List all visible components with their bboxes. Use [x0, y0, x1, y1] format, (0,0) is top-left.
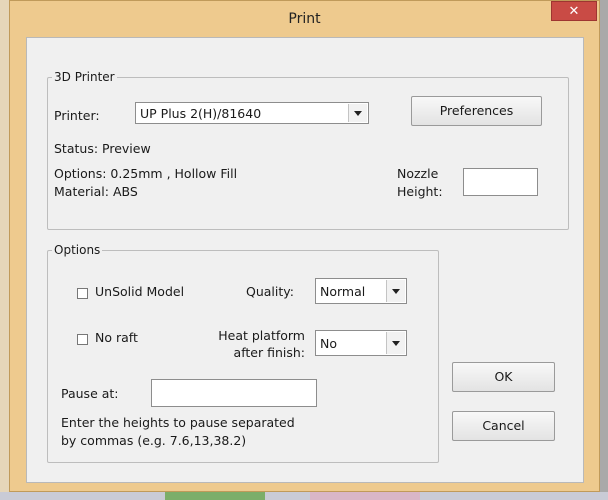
quality-select[interactable]: Normal	[315, 278, 407, 304]
quality-label: Quality:	[246, 284, 294, 299]
unsolid-model-checkbox[interactable]	[77, 288, 88, 299]
printer-status: Status: Preview	[54, 141, 151, 156]
pause-hint-line1: Enter the heights to pause separated	[61, 415, 295, 430]
background-desktop-left	[0, 0, 9, 500]
pause-at-input[interactable]	[151, 379, 317, 407]
chevron-down-icon	[348, 104, 367, 122]
cancel-button-label: Cancel	[482, 418, 525, 433]
heat-platform-select-value: No	[320, 335, 337, 351]
chevron-down-icon	[386, 280, 405, 302]
dialog-client-area: 3D Printer Printer: UP Plus 2(H)/81640 P…	[26, 37, 584, 483]
printer-options: Options: 0.25mm , Hollow Fill	[54, 166, 238, 181]
background-desktop-right	[600, 0, 608, 500]
background-image-fragment	[165, 492, 265, 500]
no-raft-checkbox[interactable]	[77, 334, 88, 345]
close-button[interactable]: ✕	[551, 1, 597, 21]
pause-at-label: Pause at:	[61, 386, 119, 401]
preferences-button[interactable]: Preferences	[411, 96, 542, 126]
preferences-button-label: Preferences	[439, 103, 514, 118]
no-raft-label[interactable]: No raft	[95, 330, 138, 345]
heat-platform-label-line1: Heat platform	[218, 328, 305, 343]
options-group-legend: Options	[54, 243, 101, 257]
nozzle-label-line2: Height:	[397, 184, 443, 199]
ok-button[interactable]: OK	[452, 362, 555, 392]
close-icon: ✕	[568, 4, 580, 19]
unsolid-model-label[interactable]: UnSolid Model	[95, 284, 184, 299]
quality-select-value: Normal	[320, 283, 366, 299]
nozzle-height-input[interactable]	[463, 168, 538, 196]
nozzle-label-line1: Nozzle	[397, 166, 439, 181]
pause-hint-line2: by commas (e.g. 7.6,13,38.2)	[61, 433, 247, 448]
title-bar[interactable]: Print ✕	[10, 1, 599, 37]
heat-platform-label-line2: after finish:	[233, 345, 305, 360]
printer-select-value: UP Plus 2(H)/81640	[140, 105, 262, 121]
dialog-title: Print	[288, 11, 321, 27]
background-image-fragment	[310, 492, 420, 500]
printer-material: Material: ABS	[54, 184, 138, 199]
chevron-down-icon	[386, 332, 405, 354]
printer-group-legend: 3D Printer	[54, 70, 115, 84]
ok-button-label: OK	[494, 369, 513, 384]
background-desktop-bottom	[0, 492, 608, 500]
print-dialog: Print ✕ 3D Printer Printer: UP Plus 2(H)…	[9, 0, 600, 492]
cancel-button[interactable]: Cancel	[452, 411, 555, 441]
heat-platform-select[interactable]: No	[315, 330, 407, 356]
printer-label: Printer:	[54, 108, 100, 123]
printer-select[interactable]: UP Plus 2(H)/81640	[135, 102, 369, 124]
